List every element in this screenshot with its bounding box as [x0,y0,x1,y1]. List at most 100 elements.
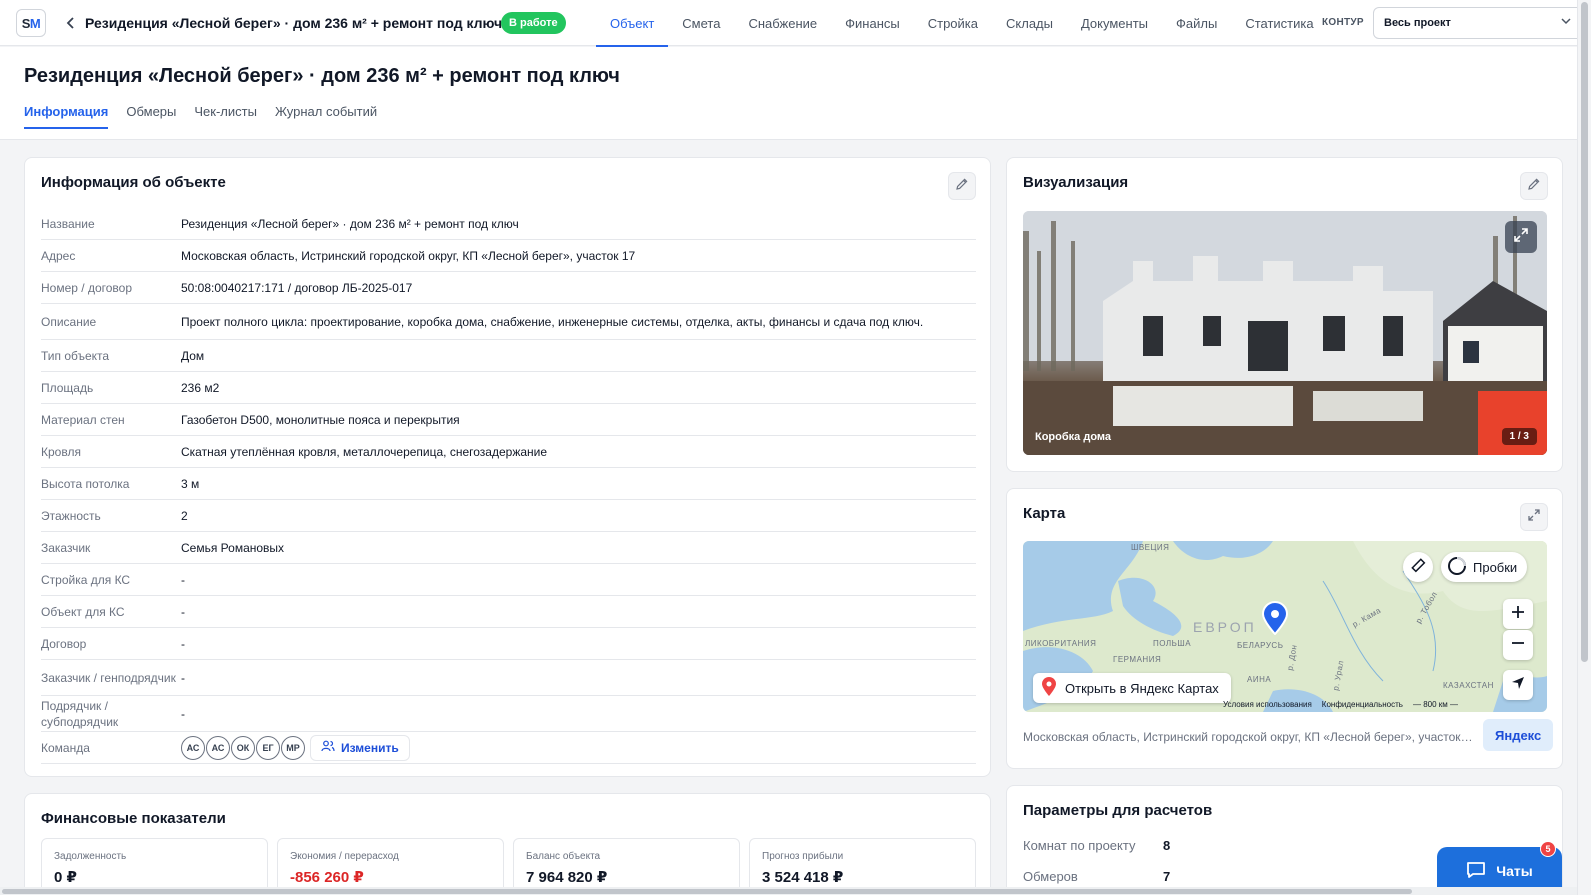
traffic-button[interactable]: Пробки [1441,552,1528,582]
info-label: Стройка для КС [41,572,131,587]
info-row-subcontractor: Подрядчик / субподрядчик - [41,696,976,732]
expand-photo-button[interactable] [1505,221,1537,253]
param-value: 8 [1163,838,1171,853]
scope-select[interactable]: Весь проект [1373,7,1583,39]
info-value: Резиденция «Лесной берег» · дом 236 м² +… [181,216,519,231]
back-chevron-icon[interactable] [62,13,80,33]
users-icon [321,740,335,755]
geolocate-button[interactable] [1503,670,1533,700]
map-view[interactable]: ШВЕЦИЯ ЕВРОП ЛИКОБРИТАНИЯ ПОЛЬША БЕЛАРУС… [1023,541,1547,712]
team-avatars: АС АС ОК ЕГ МР Изменить [181,734,410,761]
map-label-uk: ЛИКОБРИТАНИЯ [1025,639,1097,648]
info-label: Номер / договор [41,280,132,295]
nav-tab-warehouses[interactable]: Склады [992,0,1067,46]
map-footer: Условия использования Конфиденциальность… [1223,700,1458,709]
house-photo[interactable]: Коробка дома 1 / 3 [1023,211,1547,455]
map-label-sweden: ШВЕЦИЯ [1131,543,1170,552]
info-row-general-contractor: Заказчик / генподрядчик - [41,660,976,696]
page-title: Резиденция «Лесной берег» · дом 236 м² +… [24,65,620,87]
info-value: 2 [181,508,188,523]
info-value: Скатная утеплённая кровля, металлочерепи… [181,444,548,459]
param-value: 7 [1163,869,1171,884]
yandex-button[interactable]: Яндекс [1483,719,1554,751]
param-row-rooms: Комнат по проекту 8 [1023,838,1170,853]
tab-event-log[interactable]: Журнал событий [275,104,377,129]
horizontal-scrollbar-thumb[interactable] [2,889,1412,894]
avatar[interactable]: АС [206,735,230,760]
nav-tab-statistics[interactable]: Статистика [1231,0,1327,46]
expand-icon [1527,508,1541,527]
sub-tabs: Информация Обмеры Чек-листы Журнал событ… [24,104,377,129]
ruler-button[interactable] [1403,552,1433,582]
map-scale: — 800 км — [1412,700,1458,709]
avatar[interactable]: МР [281,735,305,760]
nav-tab-finance[interactable]: Финансы [831,0,914,46]
info-label: Описание [41,314,97,329]
info-label: Подрядчик / субподрядчик [41,698,119,729]
nav-tab-object[interactable]: Объект [596,0,669,47]
info-label: Высота потолка [41,476,130,491]
map-address: Московская область, Истринский городской… [1023,730,1473,744]
zoom-out-button[interactable] [1503,630,1533,660]
info-row-wall-material: Материал стен Газобетон D500, монолитные … [41,404,976,436]
vertical-scrollbar-thumb[interactable] [1581,2,1588,662]
edit-info-button[interactable] [948,172,976,200]
info-value: - [181,636,185,651]
avatar[interactable]: ОК [231,735,255,760]
fin-value: 3 524 418 ₽ [762,869,844,886]
header-project-title: Резиденция «Лесной берег» · дом 236 м² +… [85,15,503,31]
tab-checklists[interactable]: Чек-листы [194,104,257,129]
info-value: Газобетон D500, монолитные пояса и перек… [181,412,460,427]
info-value: Семья Романовых [181,540,285,555]
map-card: Карта ШВЕЦИЯ ЕВРОП ЛИКОБРИТАНИЯ ПОЛЬША Б… [1006,488,1563,769]
location-pin-icon[interactable] [1261,601,1289,636]
info-value: Дом [181,348,205,363]
avatar[interactable]: АС [181,735,205,760]
change-team-button[interactable]: Изменить [310,734,410,761]
info-row-roof: Кровля Скатная утеплённая кровля, металло… [41,436,976,468]
chevron-down-icon [1560,15,1572,30]
avatar[interactable]: ЕГ [256,735,280,760]
visualization-title: Визуализация [1023,174,1129,191]
nav-tab-construction[interactable]: Стройка [914,0,992,46]
page-header: Резиденция «Лесной берег» · дом 236 м² +… [0,47,1577,140]
info-row-customer: Заказчик Семья Романовых [41,532,976,564]
nav-tab-documents[interactable]: Документы [1067,0,1162,46]
photo-counter: 1 / 3 [1501,428,1537,445]
info-label: Заказчик / генподрядчик [41,670,176,685]
zoom-in-button[interactable] [1503,599,1533,629]
info-label: Материал стен [41,412,125,427]
param-label: Комнат по проекту [1023,838,1136,853]
map-title: Карта [1023,505,1066,522]
expand-icon [1513,227,1529,248]
logo-letter-s: S [21,15,31,31]
info-label: Этажность [41,508,101,523]
scope-select-value: Весь проект [1384,17,1451,29]
info-row-description: Описание Проект полного цикла: проектиров… [41,304,976,340]
info-label: Объект для КС [41,604,125,619]
info-row-type: Тип объекта Дом [41,340,976,372]
nav-tab-estimate[interactable]: Смета [668,0,734,46]
edit-visualization-button[interactable] [1520,172,1548,200]
horizontal-scrollbar[interactable] [0,887,1577,895]
nav-tab-files[interactable]: Файлы [1162,0,1231,46]
open-in-yandex-maps-button[interactable]: Открыть в Яндекс Картах [1033,673,1231,703]
map-privacy-link[interactable]: Конфиденциальность [1322,700,1403,709]
vertical-scrollbar[interactable] [1577,0,1591,895]
map-terms-link[interactable]: Условия использования [1223,700,1312,709]
traffic-icon [1447,556,1467,579]
info-label: Адрес [41,248,76,263]
expand-map-button[interactable] [1520,503,1548,531]
app-logo[interactable]: SM [16,9,46,37]
minus-icon [1511,636,1525,655]
info-row-name: Название Резиденция «Лесной берег» · дом … [41,208,976,240]
visualization-card: Визуализация Коробка дома 1 / 3 [1006,157,1563,472]
info-row-ceiling-height: Высота потолка 3 м [41,468,976,500]
tab-info[interactable]: Информация [24,104,109,129]
status-badge: В работе [501,12,566,34]
tab-measurements[interactable]: Обмеры [126,104,176,129]
nav-tab-supply[interactable]: Снабжение [734,0,831,46]
map-label-kazakhstan: КАЗАХСТАН [1443,681,1494,690]
info-row-site-ks: Стройка для КС - [41,564,976,596]
info-value: Московская область, Истринский городской… [181,248,636,263]
